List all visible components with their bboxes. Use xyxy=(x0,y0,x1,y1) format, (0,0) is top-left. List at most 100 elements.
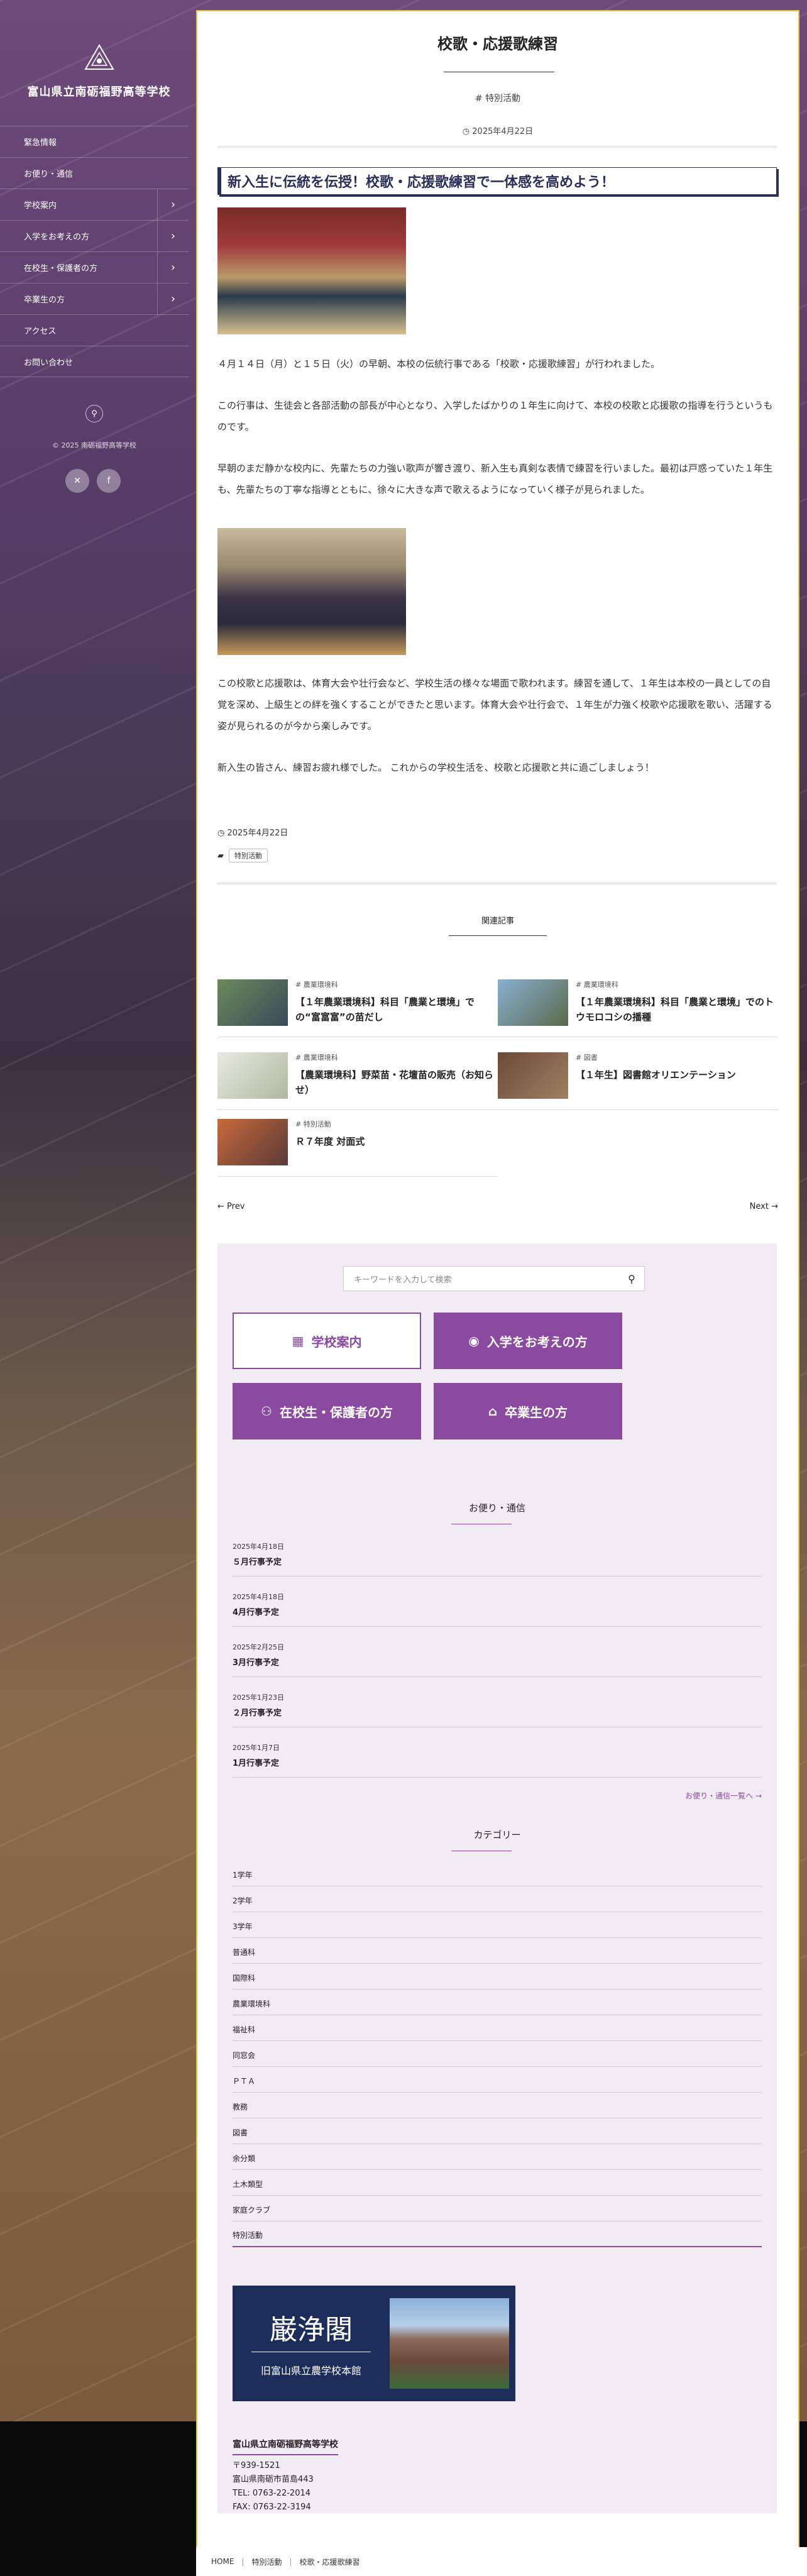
related-item[interactable]: # 農業環境科 【農業環境科】野菜苗・花壇苗の販売（お知らせ） xyxy=(217,1052,498,1110)
gengetsukaku-banner[interactable]: 巌浄閣 旧富山県立農学校本館 xyxy=(233,2286,515,2401)
about-button[interactable]: ▦ 学校案内 xyxy=(233,1313,421,1369)
news-date: 2025年1月23日 xyxy=(233,1693,284,1702)
article-paragraph: 新入生の皆さん、練習お疲れ様でした。 これからの学校生活を、校歌と応援歌と共に過… xyxy=(217,762,654,773)
breadcrumb-home[interactable]: HOME xyxy=(211,2557,234,2566)
chevron-right-icon[interactable]: › xyxy=(157,189,189,220)
breadcrumb: HOME | 特別活動 | 校歌・応援歌練習 xyxy=(196,2547,807,2576)
nav-label: お便り・通信 xyxy=(24,170,74,179)
button-label: 入学をお考えの方 xyxy=(486,1334,588,1350)
category-item[interactable]: 特別活動 xyxy=(233,2221,762,2247)
gym-photo xyxy=(217,528,406,655)
button-label: 卒業生の方 xyxy=(505,1404,568,1420)
tag-link[interactable]: 特別活動 xyxy=(229,849,268,862)
related-category: # 農業環境科 xyxy=(295,981,338,989)
clock-icon: ◷ xyxy=(217,828,225,838)
category-item[interactable]: 同窓会 xyxy=(233,2041,762,2067)
news-item[interactable]: 2025年4月18日 4月行事予定 xyxy=(233,1577,762,1627)
nav-item-alumni[interactable]: 卒業生の方 › xyxy=(0,283,189,314)
alumni-button[interactable]: ⌂ 卒業生の方 xyxy=(434,1383,622,1439)
students-parents-button[interactable]: ⚇ 在校生・保護者の方 xyxy=(233,1383,421,1439)
folder-icon: ▰ xyxy=(217,851,224,861)
article-paragraph: この行事は、生徒会と各部活動の部長が中心となり、入学したばかりの１年生に向けて、… xyxy=(217,400,773,432)
news-item[interactable]: 2025年1月7日 1月行事予定 xyxy=(233,1727,762,1778)
article-category[interactable]: # 特別活動 xyxy=(197,92,798,104)
address-street: 富山県南砺市苗島443 xyxy=(233,2475,314,2484)
news-title: 4月行事予定 xyxy=(233,1608,280,1617)
clock-icon: ◷ xyxy=(462,127,470,136)
chevron-right-icon[interactable]: › xyxy=(157,283,189,314)
category-item[interactable]: 福祉科 xyxy=(233,2015,762,2041)
category-item[interactable]: 家庭クラブ xyxy=(233,2196,762,2221)
next-link[interactable]: Next → xyxy=(750,1202,778,1211)
related-divider xyxy=(449,935,547,936)
search-input[interactable]: キーワードを入力して検索 ⚲ xyxy=(343,1266,645,1291)
related-title: Ｒ７年度 対面式 xyxy=(295,1136,365,1147)
category-item[interactable]: 国際科 xyxy=(233,1964,762,1990)
nav-item-newsletters[interactable]: お便り・通信 xyxy=(0,157,189,189)
nav-label: 学校案内 xyxy=(24,201,57,211)
school-emblem-icon xyxy=(84,44,114,70)
article-date: ◷ 2025年4月22日 xyxy=(197,124,798,136)
category-item[interactable]: ＰＴＡ xyxy=(233,2067,762,2093)
category-item[interactable]: 2学年 xyxy=(233,1886,762,1912)
category-item[interactable]: 3学年 xyxy=(233,1912,762,1938)
nav-label: お問い合わせ xyxy=(24,358,74,368)
news-item[interactable]: 2025年2月25日 3月行事予定 xyxy=(233,1627,762,1677)
site-logo[interactable]: 富山県立南砺福野高等学校 xyxy=(0,44,198,99)
news-date: 2025年4月18日 xyxy=(233,1593,284,1601)
sidebar: 富山県立南砺福野高等学校 緊急情報 お便り・通信 学校案内 › 入学をお考えの方 ›… xyxy=(0,0,198,629)
nav-item-access[interactable]: アクセス xyxy=(0,314,189,346)
nav-item-about[interactable]: 学校案内 › xyxy=(0,189,189,220)
copyright: © 2025 南砺福野高等学校 xyxy=(52,441,136,449)
related-title: 【１年農業環境科】科目「農業と環境」でのトウモロコシの播種 xyxy=(576,996,774,1023)
nav-item-contact[interactable]: お問い合わせ xyxy=(0,346,189,377)
chevron-right-icon[interactable]: › xyxy=(157,252,189,283)
category-item[interactable]: 教務 xyxy=(233,2093,762,2118)
news-more-link[interactable]: お便り・通信一覧へ → xyxy=(685,1790,762,1801)
related-category: # 農業環境科 xyxy=(295,1054,338,1062)
breadcrumb-separator: | xyxy=(241,2557,244,2566)
related-item[interactable]: # 特別活動 Ｒ７年度 対面式 xyxy=(217,1119,498,1177)
news-item[interactable]: 2025年4月18日 ５月行事予定 xyxy=(233,1526,762,1577)
related-thumb xyxy=(217,1052,288,1099)
category-item[interactable]: 1学年 xyxy=(233,1861,762,1886)
prev-link[interactable]: ← Prev xyxy=(217,1202,244,1211)
related-item[interactable]: # 図書 【１年生】図書館オリエンテーション xyxy=(498,1052,778,1110)
news-title: 3月行事予定 xyxy=(233,1658,280,1668)
search-icon[interactable]: ⚲ xyxy=(85,405,103,422)
category-item[interactable]: 図書 xyxy=(233,2118,762,2144)
article-headline: 新入生に伝統を伝授！校歌・応援歌練習で一体感を高めよう！ xyxy=(217,167,777,195)
news-title: 1月行事予定 xyxy=(233,1759,280,1768)
address-tel: TEL: 0763-22-2014 xyxy=(233,2489,311,2498)
nav-item-emergency[interactable]: 緊急情報 xyxy=(0,126,189,157)
nav-item-applicants[interactable]: 入学をお考えの方 › xyxy=(0,220,189,251)
button-label: 学校案内 xyxy=(311,1334,362,1350)
nav-label: 卒業生の方 xyxy=(24,295,65,305)
news-item[interactable]: 2025年1月23日 ２月行事予定 xyxy=(233,1677,762,1727)
search-placeholder: キーワードを入力して検索 xyxy=(354,1275,452,1285)
chevron-right-icon[interactable]: › xyxy=(157,221,189,251)
social-icon-1[interactable]: ✕ xyxy=(65,469,89,493)
breadcrumb-category[interactable]: 特別活動 xyxy=(251,2557,282,2567)
search-icon[interactable]: ⚲ xyxy=(619,1267,644,1291)
stage-photo xyxy=(217,207,406,334)
article-paragraph: この校歌と応援歌は、体育大会や壮行会など、学校生活の様々な場面で歌われます。練習… xyxy=(217,678,772,732)
date-text: 2025年4月22日 xyxy=(472,127,534,136)
category-item[interactable]: 余分類 xyxy=(233,2144,762,2170)
article-panel: 校歌・応援歌練習 # 特別活動 ◷ 2025年4月22日 新入生に伝統を伝授！校… xyxy=(196,10,799,2547)
school-name: 富山県立南砺福野高等学校 xyxy=(27,85,171,99)
date-text: 2025年4月22日 xyxy=(227,828,288,838)
related-thumb xyxy=(498,979,568,1026)
breadcrumb-current: 校歌・応援歌練習 xyxy=(299,2557,360,2567)
school-address: 富山県立南砺福野高等学校 〒939-1521 富山県南砺市苗島443 TEL: … xyxy=(233,2438,338,2514)
applicants-button[interactable]: ◉ 入学をお考えの方 xyxy=(434,1313,622,1369)
article-paragraph: ４月１４日（月）と１５日（火）の早朝、本校の伝統行事である「校歌・応援歌練習」が… xyxy=(217,358,661,370)
nav-item-students-parents[interactable]: 在校生・保護者の方 › xyxy=(0,251,189,283)
category-item[interactable]: 普通科 xyxy=(233,1938,762,1964)
footer-date: ◷ 2025年4月22日 xyxy=(217,826,288,838)
category-item[interactable]: 土木類型 xyxy=(233,2170,762,2196)
social-icon-2[interactable]: f xyxy=(97,469,121,493)
related-item[interactable]: # 農業環境科 【１年農業環境科】科目「農業と環境」でのトウモロコシの播種 xyxy=(498,979,778,1037)
related-item[interactable]: # 農業環境科 【１年農業環境科】科目「農業と環境」での“富富富”の苗だし xyxy=(217,979,498,1037)
category-item[interactable]: 農業環境科 xyxy=(233,1990,762,2015)
